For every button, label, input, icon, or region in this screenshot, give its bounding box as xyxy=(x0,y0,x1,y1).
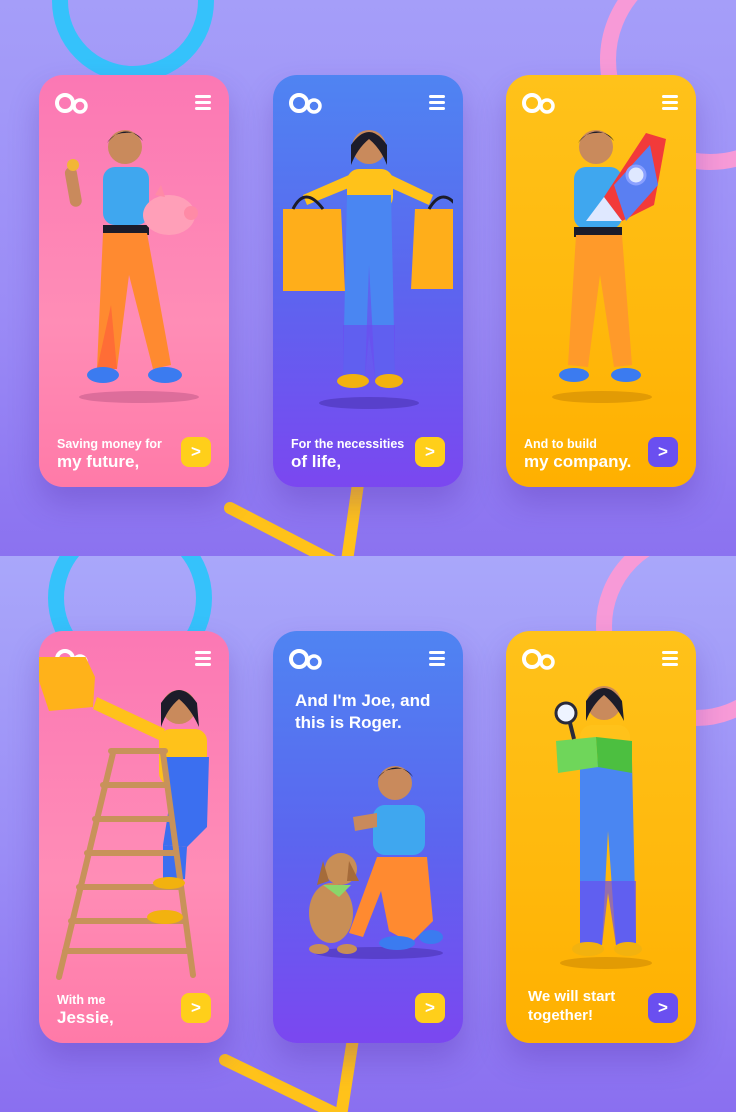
onboarding-card-necessities: For the necessities of life, > xyxy=(273,75,463,487)
card-caption-small: With me xyxy=(57,993,106,1007)
onboarding-card-start-together: We will start together! > xyxy=(506,631,696,1043)
next-button[interactable]: > xyxy=(181,993,211,1023)
chevron-right-icon: > xyxy=(191,442,201,461)
card-caption-big: of life, xyxy=(291,452,342,471)
blue-ring-decoration xyxy=(52,0,214,82)
brand-logo-icon xyxy=(522,93,555,114)
character-reading-book-illustration xyxy=(554,686,652,969)
card-caption: We will start together! xyxy=(528,988,616,1024)
hamburger-menu-icon[interactable] xyxy=(662,95,678,110)
onboarding-card-jessie: With me Jessie, > xyxy=(39,631,229,1043)
hamburger-menu-icon[interactable] xyxy=(195,95,211,110)
hamburger-menu-icon[interactable] xyxy=(429,95,445,110)
next-button[interactable]: > xyxy=(648,993,678,1023)
card-caption-big: my future, xyxy=(57,452,140,471)
chevron-right-icon: > xyxy=(425,442,435,461)
chevron-right-icon: > xyxy=(191,998,201,1017)
next-button[interactable]: > xyxy=(181,437,211,467)
card-caption-big: Jessie, xyxy=(57,1008,114,1027)
chevron-right-icon: > xyxy=(658,442,668,461)
next-button[interactable]: > xyxy=(415,437,445,467)
chevron-right-icon: > xyxy=(425,998,435,1017)
character-with-dog-illustration xyxy=(309,766,443,959)
next-button[interactable]: > xyxy=(648,437,678,467)
card-caption-big: my company. xyxy=(524,452,632,471)
character-with-shopping-bags-illustration xyxy=(283,130,453,409)
brand-logo-icon xyxy=(289,93,322,114)
character-with-rocket-illustration xyxy=(552,130,666,403)
onboarding-card-saving: Saving money for my future, > xyxy=(39,75,229,487)
brand-logo-icon xyxy=(55,93,88,114)
character-with-piggy-bank-illustration xyxy=(64,130,199,403)
brand-logo-icon xyxy=(289,649,322,670)
card-caption-small: And to build xyxy=(524,437,597,451)
hamburger-menu-icon[interactable] xyxy=(662,651,678,666)
chevron-right-icon: > xyxy=(658,998,668,1017)
character-on-ladder-illustration xyxy=(39,657,209,980)
bottom-panel: With me Jessie, > And I'm Joe, and this … xyxy=(0,556,736,1112)
card-heading: And I'm Joe, and this is Roger. xyxy=(295,691,431,732)
next-button[interactable]: > xyxy=(415,993,445,1023)
onboarding-card-company: And to build my company. > xyxy=(506,75,696,487)
top-panel: Saving money for my future, > For the ne… xyxy=(0,0,736,556)
card-caption-small: Saving money for xyxy=(57,437,162,451)
card-caption-small: For the necessities xyxy=(291,437,405,451)
brand-logo-icon xyxy=(522,649,555,670)
hamburger-menu-icon[interactable] xyxy=(429,651,445,666)
onboarding-card-joe-and-roger: And I'm Joe, and this is Roger. > xyxy=(273,631,463,1043)
